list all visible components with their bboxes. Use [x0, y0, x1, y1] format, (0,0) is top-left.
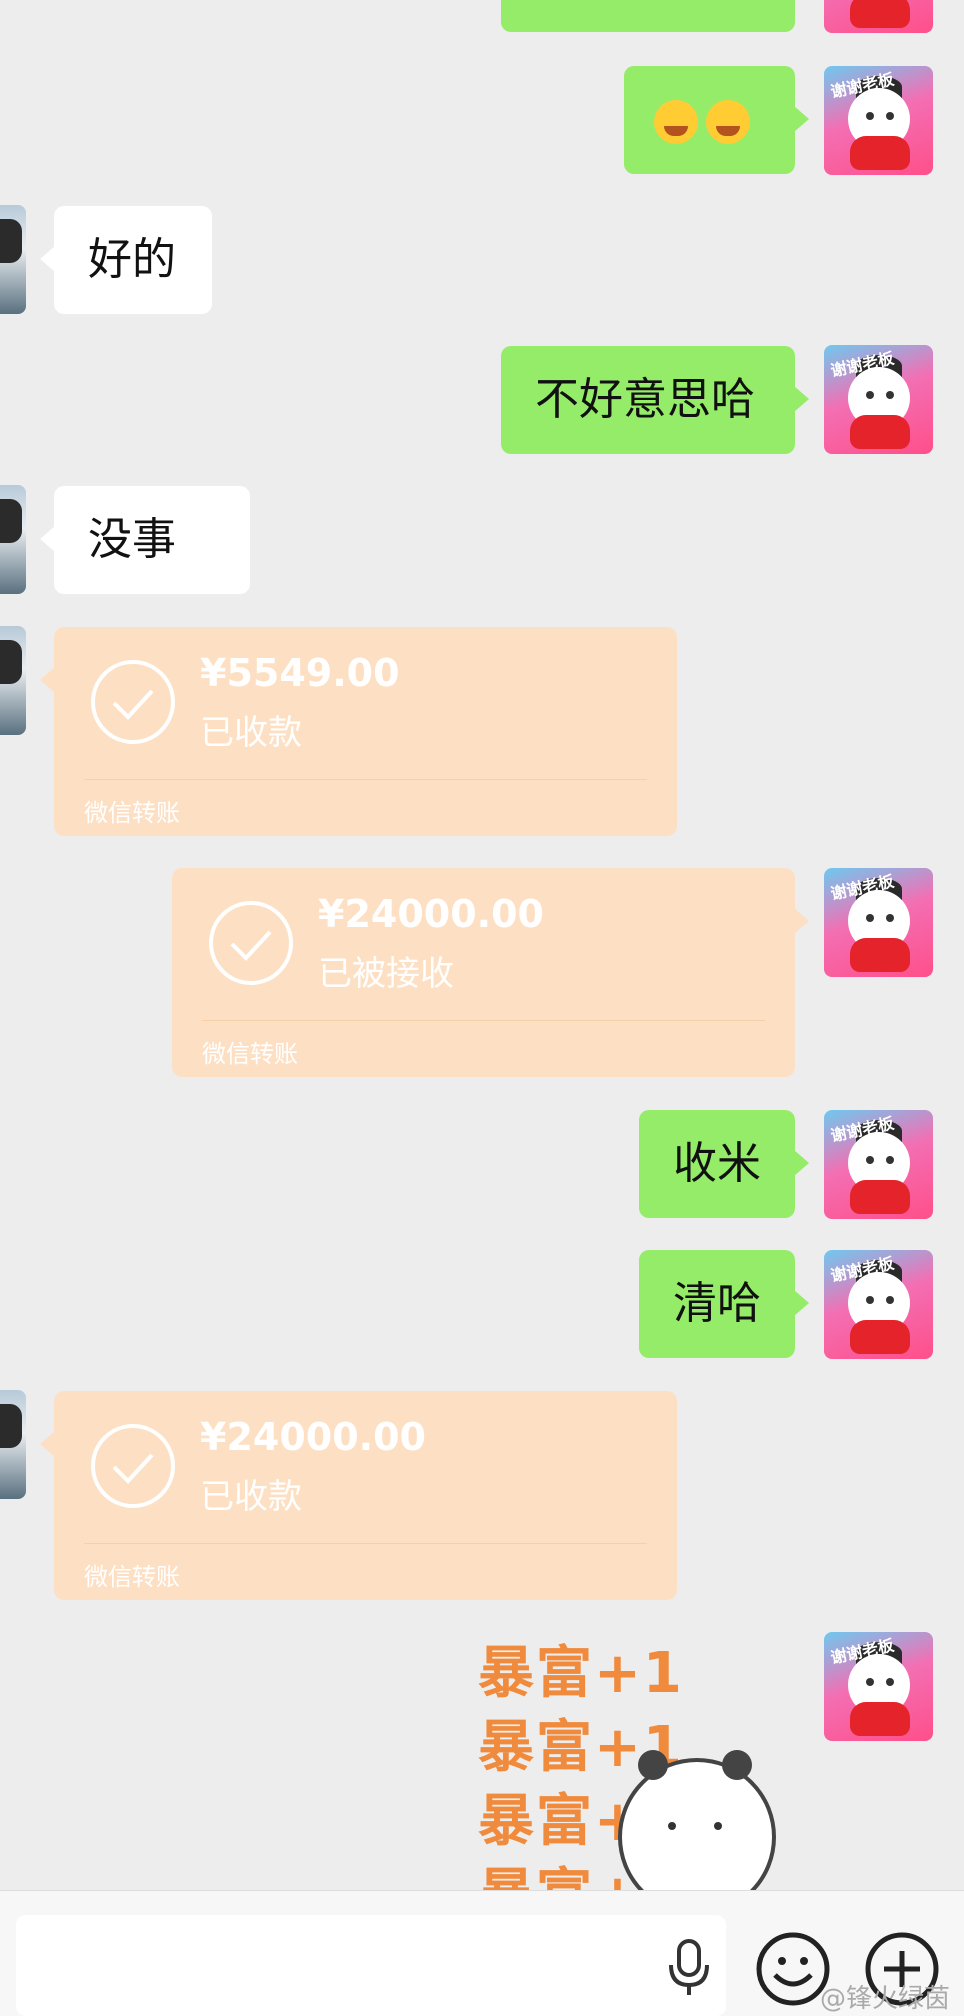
transfer-status: 已收款 — [200, 713, 302, 753]
transfer-amount: ¥24000.00 — [200, 1415, 426, 1459]
avatar-self[interactable]: 谢谢老板 — [824, 66, 933, 175]
sticker-text: 暴富+1 — [478, 1641, 684, 1706]
transfer-amount: ¥24000.00 — [318, 892, 544, 936]
chat-bubble-self[interactable]: 清哈 — [639, 1250, 809, 1358]
chat-bubble-self[interactable] — [501, 0, 795, 32]
chat-bubble-self[interactable] — [624, 66, 809, 174]
avatar-other[interactable] — [0, 205, 26, 314]
divider — [84, 779, 647, 780]
chat-bubble-self[interactable]: 不好意思哈 — [501, 346, 809, 454]
transfer-status: 已被接收 — [318, 954, 454, 994]
message-input[interactable] — [16, 1915, 726, 2016]
divider — [84, 1543, 647, 1544]
transfer-brand: 微信转账 — [202, 1040, 298, 1068]
chat-bubble-other[interactable]: 没事 — [40, 486, 250, 594]
divider — [202, 1020, 765, 1021]
message-text: 不好意思哈 — [535, 374, 755, 425]
transfer-brand: 微信转账 — [84, 799, 180, 827]
message-text: 没事 — [88, 514, 176, 565]
avatar-self[interactable]: 谢谢老板 — [824, 1250, 933, 1359]
check-circle-icon — [91, 660, 175, 744]
transfer-card[interactable]: ¥24000.00 已被接收 微信转账 — [172, 868, 809, 1077]
laughing-crying-emoji-icon — [654, 100, 698, 144]
message-text: 好的 — [88, 234, 176, 285]
avatar-self[interactable]: 谢谢老板 — [824, 1110, 933, 1219]
transfer-status: 已收款 — [200, 1477, 302, 1517]
sticker[interactable]: 暴富+1 暴富+1 暴富+1 暴富+1 — [478, 1628, 818, 1890]
laughing-crying-emoji-icon — [706, 100, 750, 144]
message-text: 收米 — [673, 1138, 761, 1189]
avatar-other[interactable] — [0, 485, 26, 594]
watermark: @锋火绿茵 — [820, 1984, 951, 2014]
check-circle-icon — [91, 1424, 175, 1508]
chat-bubble-other[interactable]: 好的 — [40, 206, 212, 314]
transfer-card[interactable]: ¥5549.00 已收款 微信转账 — [40, 627, 677, 836]
transfer-card[interactable]: ¥24000.00 已收款 微信转账 — [40, 1391, 677, 1600]
avatar-self[interactable]: 谢谢老板 — [824, 345, 933, 454]
avatar-self[interactable]: 谢谢老板 — [824, 1632, 933, 1741]
mic-icon[interactable] — [666, 1937, 712, 1997]
avatar-other[interactable] — [0, 626, 26, 735]
message-text: 清哈 — [673, 1278, 761, 1329]
transfer-brand: 微信转账 — [84, 1563, 180, 1591]
avatar-self[interactable]: 谢谢老板 — [824, 0, 933, 33]
avatar-other[interactable] — [0, 1390, 26, 1499]
avatar-self[interactable]: 谢谢老板 — [824, 868, 933, 977]
chat-bubble-self[interactable]: 收米 — [639, 1110, 809, 1218]
transfer-amount: ¥5549.00 — [200, 651, 400, 695]
check-circle-icon — [209, 901, 293, 985]
